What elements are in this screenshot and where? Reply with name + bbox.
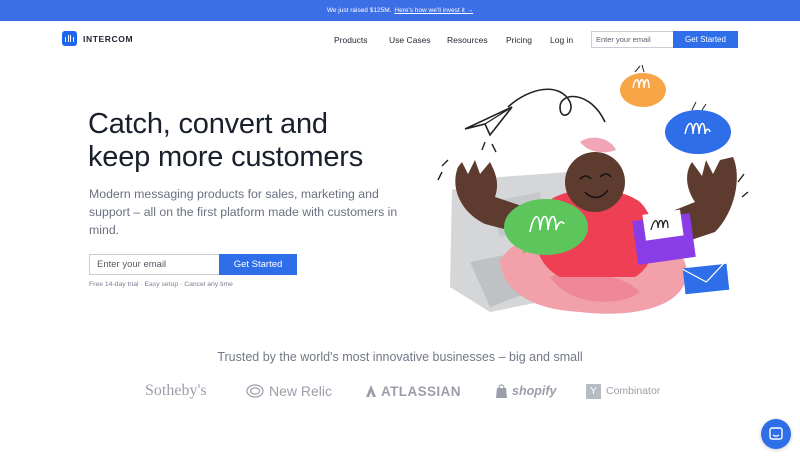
trusted-heading: Trusted by the world's most innovative b… [217, 350, 583, 364]
orange-chat-bubble [620, 73, 666, 107]
logo-shopify-text: shopify [512, 384, 557, 398]
customer-logos: Sotheby's New Relic ATLASSIAN shopify Y … [0, 378, 800, 404]
hero-title: Catch, convert and keep more customers [88, 108, 448, 174]
logo-shopify: shopify [495, 378, 556, 404]
chat-launcher-button[interactable] [761, 419, 791, 449]
logo-combinator-text: Combinator [606, 385, 661, 397]
new-relic-icon [246, 384, 264, 398]
nav-link-products[interactable]: Products [334, 35, 368, 45]
blue-envelope-icon [682, 263, 730, 295]
hero-trial-note: Free 14-day trial · Easy setup · Cancel … [89, 281, 233, 288]
logo-sothebys-text: Sotheby's [145, 382, 207, 399]
intercom-logo-icon [62, 31, 77, 46]
top-nav: INTERCOM Products Use Cases Resources Pr… [0, 21, 800, 59]
hero-get-started-button[interactable]: Get Started [219, 254, 297, 275]
hero-subtitle: Modern messaging products for sales, mar… [89, 187, 398, 237]
announcement-bar: We just raised $125M. Here's how we'll i… [0, 0, 800, 21]
logo-new-relic: New Relic [246, 378, 332, 404]
hero-illustration [437, 64, 749, 314]
illustration-head [565, 152, 625, 212]
nav-email-input[interactable] [591, 31, 673, 48]
nav-link-resources[interactable]: Resources [447, 35, 488, 45]
shopify-bag-icon [496, 383, 507, 398]
atlassian-icon [366, 385, 376, 397]
announcement-link[interactable]: Here's how we'll invest it → [394, 7, 473, 14]
logo-atlassian-text: ATLASSIAN [381, 383, 461, 399]
hero-title-line-1: Catch, convert and [88, 108, 328, 140]
nav-link-pricing[interactable]: Pricing [506, 35, 532, 45]
nav-get-started-button[interactable]: Get Started [673, 31, 738, 48]
logo-y-combinator: Y Combinator [586, 378, 660, 404]
chat-bubble-icon [769, 427, 783, 440]
blue-chat-bubble [665, 110, 731, 154]
nav-link-use-cases[interactable]: Use Cases [389, 35, 431, 45]
y-combinator-icon: Y [586, 383, 601, 399]
announcement-text: We just raised $125M. [326, 7, 392, 14]
logo-new-relic-text: New Relic [269, 383, 333, 399]
brand-name: INTERCOM [83, 33, 134, 44]
logo-sothebys: Sotheby's [145, 378, 207, 404]
hero-title-line-2: keep more customers [88, 141, 364, 173]
green-chat-bubble [504, 199, 588, 255]
logo-atlassian: ATLASSIAN [365, 378, 461, 404]
nav-link-login[interactable]: Log in [550, 35, 573, 45]
hero-email-input[interactable] [89, 254, 219, 275]
brand-logo[interactable]: INTERCOM [62, 31, 133, 46]
illustration-swoosh [507, 88, 606, 123]
